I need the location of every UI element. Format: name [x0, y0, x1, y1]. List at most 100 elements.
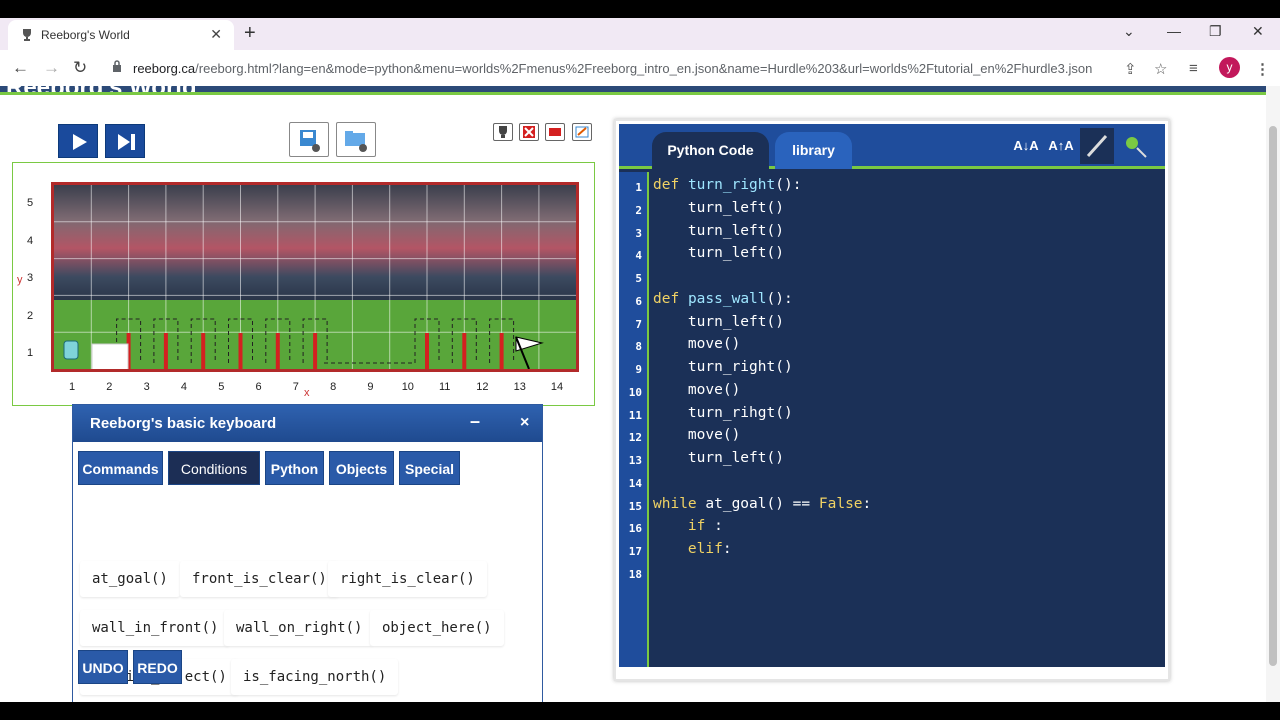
front-is-clear-button[interactable]: front_is_clear() [180, 561, 339, 597]
keyboard-header[interactable]: Reeborg's basic keyboard – × [73, 405, 542, 442]
code-line[interactable]: turn_left() [653, 223, 784, 239]
line-number: 1 [635, 181, 642, 194]
tab-python-code[interactable]: Python Code [652, 132, 769, 169]
line-number: 16 [628, 522, 642, 536]
code-line[interactable]: move() [653, 336, 740, 352]
x-tick-label: 1 [69, 381, 76, 393]
code-line[interactable]: if : [653, 518, 723, 534]
y-axis-letter: y [17, 274, 23, 286]
code-line[interactable]: turn_left() [653, 200, 784, 216]
at-goal-button[interactable]: at_goal() [80, 561, 180, 597]
minimize-icon[interactable]: — [1167, 23, 1181, 39]
undo-button[interactable]: UNDO [78, 650, 128, 684]
y-tick-label: 3 [27, 272, 34, 284]
line-number: 12 [628, 431, 642, 445]
tab-library[interactable]: library [775, 132, 852, 169]
reload-icon[interactable]: ↻ [73, 58, 87, 78]
step-button[interactable] [105, 124, 145, 158]
close-icon[interactable]: × [520, 414, 529, 432]
line-number: 11 [628, 408, 642, 422]
code-line[interactable]: def pass_wall(): [653, 291, 793, 307]
code-line[interactable]: move() [653, 382, 740, 398]
object-here-button[interactable]: object_here() [370, 610, 504, 646]
x-tick-label: 11 [439, 381, 451, 393]
reeborg-robot-icon[interactable] [63, 340, 79, 360]
x-tick-label: 7 [292, 381, 299, 393]
robot-view-button[interactable] [493, 123, 513, 141]
clear-button[interactable] [519, 123, 539, 141]
code-line[interactable]: move() [653, 427, 740, 443]
browser-tab[interactable]: Reeborg's World ✕ [8, 20, 234, 50]
highlight-button[interactable] [545, 123, 565, 141]
edit-world-button[interactable] [572, 123, 592, 141]
browser-toolbar: ← → ↻ reeborg.ca/reeborg.html?lang=en&mo… [0, 50, 1280, 86]
bookmark-star-icon[interactable]: ☆ [1154, 60, 1167, 78]
code-editor-panel: Python Code library A↓A A↑A 1 2 3 4 5 6 7 8 9 10 1… [614, 119, 1170, 681]
new-tab-icon[interactable]: + [244, 22, 256, 45]
run-button[interactable] [58, 124, 98, 158]
restore-icon[interactable]: ❐ [1209, 23, 1222, 40]
tab-commands[interactable]: Commands [78, 451, 163, 485]
save-file-button[interactable] [289, 122, 329, 157]
tab-python[interactable]: Python [265, 451, 324, 485]
tab-objects[interactable]: Objects [329, 451, 394, 485]
editor-tab-bar: Python Code library A↓A A↑A [619, 124, 1165, 169]
code-line[interactable]: turn_rihgt() [653, 405, 793, 421]
scrollbar-thumb[interactable] [1269, 126, 1277, 666]
x-tick-label: 12 [476, 381, 489, 393]
decrease-font-icon[interactable]: A↓A [1009, 128, 1043, 164]
code-line[interactable]: turn_left() [653, 314, 784, 330]
open-file-button[interactable] [336, 122, 376, 157]
code-line[interactable]: elif: [653, 541, 732, 557]
line-number-gutter: 1 2 3 4 5 6 7 8 9 10 11 12 13 14 15 16 17 18 [619, 172, 649, 667]
address-bar[interactable]: reeborg.ca/reeborg.html?lang=en&mode=pyt… [104, 54, 1144, 82]
share-icon[interactable]: ⇪ [1124, 60, 1137, 78]
back-icon[interactable]: ← [12, 58, 29, 78]
tab-special[interactable]: Special [399, 451, 460, 485]
world-overlay [54, 185, 576, 369]
world-grid[interactable] [51, 182, 579, 372]
code-line[interactable]: def turn_right(): [653, 177, 801, 193]
magnifier-glyph [1126, 137, 1147, 158]
x-tick-label: 10 [401, 381, 414, 393]
reading-list-icon[interactable]: ≡ [1189, 60, 1198, 77]
page-scrollbar[interactable] [1266, 86, 1280, 702]
window-close-icon[interactable]: ✕ [1252, 23, 1264, 40]
x-tick-label: 3 [143, 381, 150, 393]
x-tick-label: 14 [550, 381, 564, 393]
watch-variables-icon[interactable] [1118, 128, 1152, 164]
url-host: reeborg.ca [133, 61, 196, 76]
increase-font-icon[interactable]: A↑A [1044, 128, 1078, 164]
tab-conditions[interactable]: Conditions [168, 451, 260, 485]
editor-body: Python Code library A↓A A↑A 1 2 3 4 5 6 7 8 9 10 1… [619, 124, 1165, 667]
trophy-icon [499, 126, 507, 138]
line-number: 9 [635, 363, 642, 376]
save-file-icon [300, 130, 320, 152]
tab-search-icon[interactable]: ⌄ [1123, 23, 1135, 40]
line-number: 13 [628, 454, 642, 467]
line-number: 3 [635, 226, 642, 240]
is-facing-north-button[interactable]: is_facing_north() [231, 659, 399, 695]
line-number: 18 [628, 567, 642, 581]
code-line[interactable]: turn_left() [653, 245, 784, 261]
red-x-icon [523, 126, 535, 138]
wall-in-front-button[interactable]: wall_in_front() [80, 610, 231, 646]
wall-on-right-button[interactable]: wall_on_right() [224, 610, 375, 646]
red-box-icon [549, 128, 561, 136]
code-line[interactable]: while at_goal() == False: [653, 496, 871, 512]
pencil-icon [575, 126, 589, 138]
forward-icon[interactable]: → [43, 58, 60, 78]
tab-close-icon[interactable]: ✕ [210, 26, 222, 43]
profile-avatar[interactable]: y [1219, 57, 1240, 78]
line-number: 10 [628, 385, 642, 399]
x-tick-label: 13 [513, 381, 526, 393]
url-text[interactable]: reeborg.ca/reeborg.html?lang=en&mode=pyt… [133, 61, 1092, 76]
code-line[interactable]: turn_left() [653, 450, 784, 466]
right-is-clear-button[interactable]: right_is_clear() [328, 561, 487, 597]
redo-button[interactable]: REDO [133, 650, 182, 684]
browser-menu-icon[interactable]: ⋮ [1255, 60, 1270, 78]
highlight-pen-icon[interactable] [1080, 128, 1114, 164]
x-tick-label: 9 [367, 381, 374, 393]
minimize-icon[interactable]: – [470, 411, 480, 432]
code-line[interactable]: turn_right() [653, 359, 793, 375]
